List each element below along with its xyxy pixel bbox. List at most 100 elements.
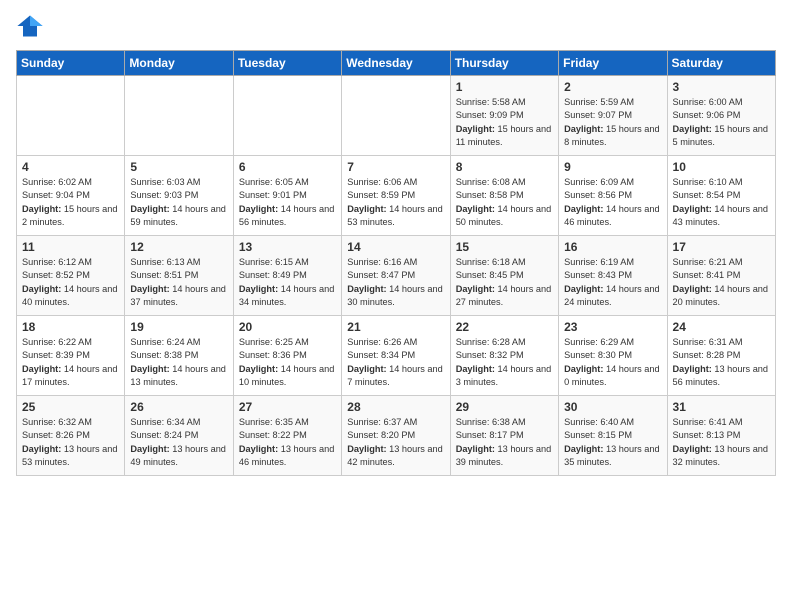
day-number: 10 [673,160,770,174]
calendar-cell-0-0 [17,76,125,156]
day-info: Sunrise: 6:15 AMSunset: 8:49 PMDaylight:… [239,256,336,309]
calendar-cell-4-0: 25 Sunrise: 6:32 AMSunset: 8:26 PMDayligh… [17,396,125,476]
calendar-cell-0-6: 3 Sunrise: 6:00 AMSunset: 9:06 PMDaylight… [667,76,775,156]
calendar-cell-3-3: 21 Sunrise: 6:26 AMSunset: 8:34 PMDayligh… [342,316,450,396]
day-info: Sunrise: 6:00 AMSunset: 9:06 PMDaylight:… [673,96,770,149]
day-number: 11 [22,240,119,254]
day-number: 30 [564,400,661,414]
week-row-1: 4 Sunrise: 6:02 AMSunset: 9:04 PMDaylight… [17,156,776,236]
day-number: 17 [673,240,770,254]
day-number: 1 [456,80,553,94]
day-number: 3 [673,80,770,94]
calendar-header [16,12,776,40]
day-number: 9 [564,160,661,174]
calendar-cell-2-2: 13Sunrise: 6:15 AMSunset: 8:49 PMDayligh… [233,236,341,316]
day-number: 5 [130,160,227,174]
day-number: 7 [347,160,444,174]
calendar-cell-3-2: 20 Sunrise: 6:25 AMSunset: 8:36 PMDayligh… [233,316,341,396]
calendar-cell-1-4: 8Sunrise: 6:08 AMSunset: 8:58 PMDaylight… [450,156,558,236]
day-number: 29 [456,400,553,414]
day-info: Sunrise: 6:21 AMSunset: 8:41 PMDaylight:… [673,256,770,309]
calendar-cell-3-1: 19Sunrise: 6:24 AMSunset: 8:38 PMDayligh… [125,316,233,396]
header-monday: Monday [125,51,233,76]
day-number: 28 [347,400,444,414]
day-number: 27 [239,400,336,414]
calendar-cell-2-0: 11Sunrise: 6:12 AMSunset: 8:52 PMDayligh… [17,236,125,316]
day-info: Sunrise: 5:59 AMSunset: 9:07 PMDaylight:… [564,96,661,149]
calendar-cell-0-3 [342,76,450,156]
day-info: Sunrise: 6:40 AMSunset: 8:15 PMDaylight:… [564,416,661,469]
calendar-cell-4-2: 27Sunrise: 6:35 AMSunset: 8:22 PMDayligh… [233,396,341,476]
day-info: Sunrise: 6:02 AMSunset: 9:04 PMDaylight:… [22,176,119,229]
header-tuesday: Tuesday [233,51,341,76]
calendar-cell-0-2 [233,76,341,156]
day-number: 19 [130,320,227,334]
day-info: Sunrise: 6:34 AMSunset: 8:24 PMDaylight:… [130,416,227,469]
day-info: Sunrise: 6:16 AMSunset: 8:47 PMDaylight:… [347,256,444,309]
calendar-cell-2-5: 16 Sunrise: 6:19 AMSunset: 8:43 PMDayligh… [559,236,667,316]
calendar-cell-4-4: 29 Sunrise: 6:38 AMSunset: 8:17 PMDayligh… [450,396,558,476]
day-number: 21 [347,320,444,334]
day-number: 23 [564,320,661,334]
day-number: 18 [22,320,119,334]
calendar-cell-4-6: 31 Sunrise: 6:41 AMSunset: 8:13 PMDayligh… [667,396,775,476]
day-info: Sunrise: 6:06 AMSunset: 8:59 PMDaylight:… [347,176,444,229]
calendar-cell-2-3: 14 Sunrise: 6:16 AMSunset: 8:47 PMDayligh… [342,236,450,316]
day-info: Sunrise: 5:58 AMSunset: 9:09 PMDaylight:… [456,96,553,149]
day-info: Sunrise: 6:32 AMSunset: 8:26 PMDaylight:… [22,416,119,469]
day-info: Sunrise: 6:41 AMSunset: 8:13 PMDaylight:… [673,416,770,469]
day-info: Sunrise: 6:28 AMSunset: 8:32 PMDaylight:… [456,336,553,389]
header-saturday: Saturday [667,51,775,76]
day-info: Sunrise: 6:29 AMSunset: 8:30 PMDaylight:… [564,336,661,389]
day-info: Sunrise: 6:38 AMSunset: 8:17 PMDaylight:… [456,416,553,469]
day-info: Sunrise: 6:26 AMSunset: 8:34 PMDaylight:… [347,336,444,389]
day-number: 24 [673,320,770,334]
day-number: 14 [347,240,444,254]
day-number: 2 [564,80,661,94]
logo-icon [16,12,44,40]
calendar-cell-3-4: 22 Sunrise: 6:28 AMSunset: 8:32 PMDayligh… [450,316,558,396]
day-number: 16 [564,240,661,254]
calendar-cell-2-1: 12 Sunrise: 6:13 AMSunset: 8:51 PMDayligh… [125,236,233,316]
day-info: Sunrise: 6:05 AMSunset: 9:01 PMDaylight:… [239,176,336,229]
calendar-cell-2-6: 17 Sunrise: 6:21 AMSunset: 8:41 PMDayligh… [667,236,775,316]
calendar-cell-3-0: 18 Sunrise: 6:22 AMSunset: 8:39 PMDayligh… [17,316,125,396]
day-info: Sunrise: 6:18 AMSunset: 8:45 PMDaylight:… [456,256,553,309]
calendar-cell-0-1 [125,76,233,156]
calendar-cell-4-5: 30 Sunrise: 6:40 AMSunset: 8:15 PMDayligh… [559,396,667,476]
day-info: Sunrise: 6:31 AMSunset: 8:28 PMDaylight:… [673,336,770,389]
day-number: 31 [673,400,770,414]
calendar-container: SundayMondayTuesdayWednesdayThursdayFrid… [0,0,792,484]
calendar-cell-4-3: 28 Sunrise: 6:37 AMSunset: 8:20 PMDayligh… [342,396,450,476]
day-number: 8 [456,160,553,174]
week-row-2: 11Sunrise: 6:12 AMSunset: 8:52 PMDayligh… [17,236,776,316]
day-info: Sunrise: 6:13 AMSunset: 8:51 PMDaylight:… [130,256,227,309]
calendar-cell-1-3: 7 Sunrise: 6:06 AMSunset: 8:59 PMDaylight… [342,156,450,236]
day-number: 15 [456,240,553,254]
day-number: 4 [22,160,119,174]
day-number: 6 [239,160,336,174]
day-number: 12 [130,240,227,254]
calendar-cell-1-5: 9Sunrise: 6:09 AMSunset: 8:56 PMDaylight… [559,156,667,236]
day-info: Sunrise: 6:10 AMSunset: 8:54 PMDaylight:… [673,176,770,229]
day-info: Sunrise: 6:22 AMSunset: 8:39 PMDaylight:… [22,336,119,389]
day-number: 20 [239,320,336,334]
day-info: Sunrise: 6:19 AMSunset: 8:43 PMDaylight:… [564,256,661,309]
day-number: 25 [22,400,119,414]
calendar-table: SundayMondayTuesdayWednesdayThursdayFrid… [16,50,776,476]
header-wednesday: Wednesday [342,51,450,76]
header-sunday: Sunday [17,51,125,76]
calendar-cell-0-4: 1 Sunrise: 5:58 AMSunset: 9:09 PMDaylight… [450,76,558,156]
day-number: 26 [130,400,227,414]
calendar-cell-3-5: 23 Sunrise: 6:29 AMSunset: 8:30 PMDayligh… [559,316,667,396]
week-row-3: 18 Sunrise: 6:22 AMSunset: 8:39 PMDayligh… [17,316,776,396]
day-number: 22 [456,320,553,334]
header-thursday: Thursday [450,51,558,76]
day-info: Sunrise: 6:37 AMSunset: 8:20 PMDaylight:… [347,416,444,469]
logo [16,12,46,40]
week-row-4: 25 Sunrise: 6:32 AMSunset: 8:26 PMDayligh… [17,396,776,476]
calendar-cell-4-1: 26 Sunrise: 6:34 AMSunset: 8:24 PMDayligh… [125,396,233,476]
calendar-cell-3-6: 24 Sunrise: 6:31 AMSunset: 8:28 PMDayligh… [667,316,775,396]
day-info: Sunrise: 6:25 AMSunset: 8:36 PMDaylight:… [239,336,336,389]
calendar-cell-0-5: 2 Sunrise: 5:59 AMSunset: 9:07 PMDaylight… [559,76,667,156]
